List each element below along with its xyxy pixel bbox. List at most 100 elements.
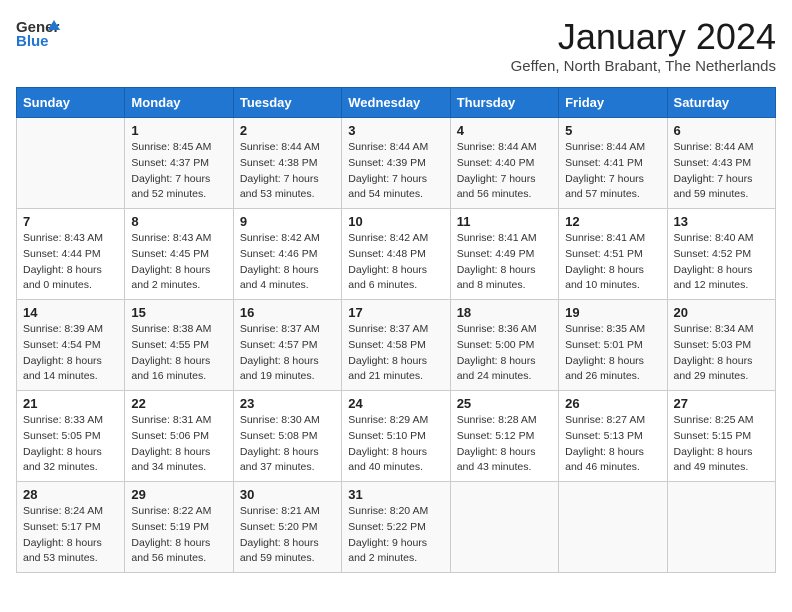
cell-content: Sunrise: 8:20 AMSunset: 5:22 PMDaylight:… [348, 504, 443, 567]
cell-content: Sunrise: 8:43 AMSunset: 4:45 PMDaylight:… [131, 231, 226, 294]
cell-content: Sunrise: 8:28 AMSunset: 5:12 PMDaylight:… [457, 413, 552, 476]
calendar-cell [559, 482, 667, 573]
calendar-cell: 30Sunrise: 8:21 AMSunset: 5:20 PMDayligh… [233, 482, 341, 573]
day-number: 15 [131, 305, 226, 320]
calendar-week-row: 21 Sunrise: 8:33 AMSunset: 5:05 PMDayligh… [17, 391, 776, 482]
calendar-cell: 21 Sunrise: 8:33 AMSunset: 5:05 PMDayligh… [17, 391, 125, 482]
day-number: 26 [565, 396, 660, 411]
calendar-cell: 5 Sunrise: 8:44 AMSunset: 4:41 PMDaylight… [559, 118, 667, 209]
day-number: 12 [565, 214, 660, 229]
calendar-cell: 29 Sunrise: 8:22 AMSunset: 5:19 PMDayligh… [125, 482, 233, 573]
calendar-cell: 28 Sunrise: 8:24 AMSunset: 5:17 PMDayligh… [17, 482, 125, 573]
cell-content: Sunrise: 8:44 AMSunset: 4:40 PMDaylight:… [457, 140, 552, 203]
column-header-thursday: Thursday [450, 88, 558, 118]
title-area: January 2024 Geffen, North Brabant, The … [511, 16, 776, 75]
day-number: 20 [674, 305, 769, 320]
month-title: January 2024 [511, 16, 776, 58]
cell-content: Sunrise: 8:30 AMSunset: 5:08 PMDaylight:… [240, 413, 335, 476]
calendar-cell: 24 Sunrise: 8:29 AMSunset: 5:10 PMDayligh… [342, 391, 450, 482]
cell-content: Sunrise: 8:42 AMSunset: 4:46 PMDaylight:… [240, 231, 335, 294]
cell-content: Sunrise: 8:41 AMSunset: 4:49 PMDaylight:… [457, 231, 552, 294]
cell-content: Sunrise: 8:43 AMSunset: 4:44 PMDaylight:… [23, 231, 118, 294]
calendar-cell: 20 Sunrise: 8:34 AMSunset: 5:03 PMDayligh… [667, 300, 775, 391]
calendar-week-row: 7 Sunrise: 8:43 AMSunset: 4:44 PMDaylight… [17, 209, 776, 300]
calendar-cell: 18Sunrise: 8:36 AMSunset: 5:00 PMDayligh… [450, 300, 558, 391]
cell-content: Sunrise: 8:29 AMSunset: 5:10 PMDaylight:… [348, 413, 443, 476]
cell-content: Sunrise: 8:45 AMSunset: 4:37 PMDaylight:… [131, 140, 226, 203]
column-header-saturday: Saturday [667, 88, 775, 118]
day-number: 14 [23, 305, 118, 320]
calendar-week-row: 28 Sunrise: 8:24 AMSunset: 5:17 PMDayligh… [17, 482, 776, 573]
calendar-cell: 25 Sunrise: 8:28 AMSunset: 5:12 PMDayligh… [450, 391, 558, 482]
day-number: 24 [348, 396, 443, 411]
day-number: 10 [348, 214, 443, 229]
calendar-cell: 12 Sunrise: 8:41 AMSunset: 4:51 PMDayligh… [559, 209, 667, 300]
day-number: 7 [23, 214, 118, 229]
calendar-cell [450, 482, 558, 573]
day-number: 31 [348, 487, 443, 502]
day-number: 23 [240, 396, 335, 411]
cell-content: Sunrise: 8:40 AMSunset: 4:52 PMDaylight:… [674, 231, 769, 294]
cell-content: Sunrise: 8:35 AMSunset: 5:01 PMDaylight:… [565, 322, 660, 385]
day-number: 2 [240, 123, 335, 138]
cell-content: Sunrise: 8:25 AMSunset: 5:15 PMDaylight:… [674, 413, 769, 476]
day-number: 6 [674, 123, 769, 138]
calendar-cell: 6 Sunrise: 8:44 AMSunset: 4:43 PMDaylight… [667, 118, 775, 209]
calendar-table: SundayMondayTuesdayWednesdayThursdayFrid… [16, 87, 776, 573]
column-header-monday: Monday [125, 88, 233, 118]
calendar-week-row: 1 Sunrise: 8:45 AMSunset: 4:37 PMDaylight… [17, 118, 776, 209]
cell-content: Sunrise: 8:44 AMSunset: 4:43 PMDaylight:… [674, 140, 769, 203]
calendar-cell: 2 Sunrise: 8:44 AMSunset: 4:38 PMDaylight… [233, 118, 341, 209]
column-header-wednesday: Wednesday [342, 88, 450, 118]
day-number: 1 [131, 123, 226, 138]
day-number: 17 [348, 305, 443, 320]
calendar-cell: 16Sunrise: 8:37 AMSunset: 4:57 PMDayligh… [233, 300, 341, 391]
cell-content: Sunrise: 8:44 AMSunset: 4:39 PMDaylight:… [348, 140, 443, 203]
day-number: 22 [131, 396, 226, 411]
column-header-sunday: Sunday [17, 88, 125, 118]
calendar-cell: 15Sunrise: 8:38 AMSunset: 4:55 PMDayligh… [125, 300, 233, 391]
calendar-cell: 19 Sunrise: 8:35 AMSunset: 5:01 PMDayligh… [559, 300, 667, 391]
calendar-cell: 31 Sunrise: 8:20 AMSunset: 5:22 PMDayligh… [342, 482, 450, 573]
calendar-cell: 4 Sunrise: 8:44 AMSunset: 4:40 PMDaylight… [450, 118, 558, 209]
calendar-cell: 13 Sunrise: 8:40 AMSunset: 4:52 PMDayligh… [667, 209, 775, 300]
day-number: 19 [565, 305, 660, 320]
logo: General Blue [16, 16, 60, 52]
cell-content: Sunrise: 8:33 AMSunset: 5:05 PMDaylight:… [23, 413, 118, 476]
calendar-cell: 22Sunrise: 8:31 AMSunset: 5:06 PMDayligh… [125, 391, 233, 482]
cell-content: Sunrise: 8:39 AMSunset: 4:54 PMDaylight:… [23, 322, 118, 385]
calendar-cell: 14 Sunrise: 8:39 AMSunset: 4:54 PMDayligh… [17, 300, 125, 391]
day-number: 25 [457, 396, 552, 411]
calendar-cell: 7 Sunrise: 8:43 AMSunset: 4:44 PMDaylight… [17, 209, 125, 300]
day-number: 29 [131, 487, 226, 502]
calendar-cell: 17 Sunrise: 8:37 AMSunset: 4:58 PMDayligh… [342, 300, 450, 391]
calendar-cell: 11Sunrise: 8:41 AMSunset: 4:49 PMDayligh… [450, 209, 558, 300]
day-number: 13 [674, 214, 769, 229]
cell-content: Sunrise: 8:41 AMSunset: 4:51 PMDaylight:… [565, 231, 660, 294]
calendar-cell [17, 118, 125, 209]
cell-content: Sunrise: 8:37 AMSunset: 4:58 PMDaylight:… [348, 322, 443, 385]
day-number: 16 [240, 305, 335, 320]
day-number: 30 [240, 487, 335, 502]
calendar-cell: 8 Sunrise: 8:43 AMSunset: 4:45 PMDaylight… [125, 209, 233, 300]
day-number: 8 [131, 214, 226, 229]
svg-text:Blue: Blue [16, 33, 49, 50]
day-number: 5 [565, 123, 660, 138]
cell-content: Sunrise: 8:22 AMSunset: 5:19 PMDaylight:… [131, 504, 226, 567]
calendar-cell: 1 Sunrise: 8:45 AMSunset: 4:37 PMDaylight… [125, 118, 233, 209]
day-number: 21 [23, 396, 118, 411]
calendar-week-row: 14 Sunrise: 8:39 AMSunset: 4:54 PMDayligh… [17, 300, 776, 391]
cell-content: Sunrise: 8:34 AMSunset: 5:03 PMDaylight:… [674, 322, 769, 385]
cell-content: Sunrise: 8:24 AMSunset: 5:17 PMDaylight:… [23, 504, 118, 567]
day-number: 27 [674, 396, 769, 411]
day-number: 3 [348, 123, 443, 138]
calendar-cell: 27 Sunrise: 8:25 AMSunset: 5:15 PMDayligh… [667, 391, 775, 482]
calendar-cell [667, 482, 775, 573]
header: General Blue January 2024 Geffen, North … [16, 16, 776, 75]
day-number: 28 [23, 487, 118, 502]
calendar-header-row: SundayMondayTuesdayWednesdayThursdayFrid… [17, 88, 776, 118]
day-number: 4 [457, 123, 552, 138]
cell-content: Sunrise: 8:44 AMSunset: 4:38 PMDaylight:… [240, 140, 335, 203]
location-title: Geffen, North Brabant, The Netherlands [511, 58, 776, 75]
cell-content: Sunrise: 8:44 AMSunset: 4:41 PMDaylight:… [565, 140, 660, 203]
